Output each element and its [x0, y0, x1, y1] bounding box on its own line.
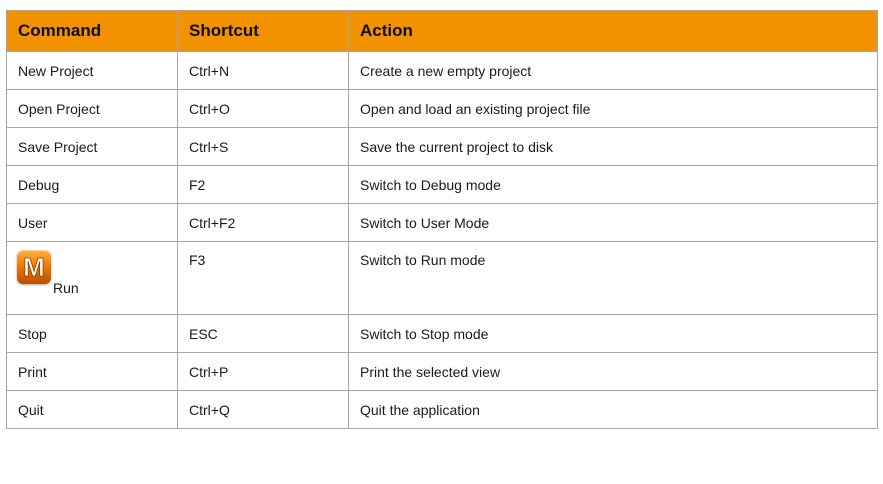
shortcut-cell: F2: [177, 165, 349, 204]
m-logo-icon: M: [17, 250, 51, 284]
shortcut-cell: F3: [177, 241, 349, 315]
command-cell: New Project: [6, 51, 178, 90]
action-cell: Open and load an existing project file: [348, 89, 878, 128]
table-row: User Ctrl+F2 Switch to User Mode: [6, 203, 878, 242]
shortcut-cell: ESC: [177, 314, 349, 353]
command-cell: Open Project: [6, 89, 178, 128]
table-row: M Run F3 Switch to Run mode: [6, 241, 878, 315]
table-row: Quit Ctrl+Q Quit the application: [6, 390, 878, 429]
table-row: Open Project Ctrl+O Open and load an exi…: [6, 89, 878, 128]
table-row: Debug F2 Switch to Debug mode: [6, 165, 878, 204]
shortcut-cell: Ctrl+F2: [177, 203, 349, 242]
command-cell: Quit: [6, 390, 178, 429]
command-cell: Save Project: [6, 127, 178, 166]
action-cell: Switch to Run mode: [348, 241, 878, 315]
command-cell: Print: [6, 352, 178, 391]
action-cell: Print the selected view: [348, 352, 878, 391]
shortcut-cell: Ctrl+P: [177, 352, 349, 391]
column-header-action: Action: [348, 10, 878, 52]
table-row: Save Project Ctrl+S Save the current pro…: [6, 127, 878, 166]
command-cell: Stop: [6, 314, 178, 353]
command-cell: Debug: [6, 165, 178, 204]
shortcut-cell: Ctrl+S: [177, 127, 349, 166]
action-cell: Switch to User Mode: [348, 203, 878, 242]
column-header-shortcut: Shortcut: [177, 10, 349, 52]
action-cell: Quit the application: [348, 390, 878, 429]
table-row: Stop ESC Switch to Stop mode: [6, 314, 878, 353]
action-cell: Create a new empty project: [348, 51, 878, 90]
shortcut-cell: Ctrl+N: [177, 51, 349, 90]
command-cell: M Run: [6, 241, 178, 315]
command-label: Run: [53, 280, 79, 296]
action-cell: Save the current project to disk: [348, 127, 878, 166]
action-cell: Switch to Stop mode: [348, 314, 878, 353]
header-row: Command Shortcut Action: [6, 10, 878, 52]
table-row: Print Ctrl+P Print the selected view: [6, 352, 878, 391]
shortcuts-table: Command Shortcut Action New Project Ctrl…: [6, 10, 878, 429]
svg-text:M: M: [23, 252, 45, 282]
m-letter-glyph: M: [23, 252, 45, 282]
shortcut-cell: Ctrl+Q: [177, 390, 349, 429]
table-row: New Project Ctrl+N Create a new empty pr…: [6, 51, 878, 90]
shortcut-cell: Ctrl+O: [177, 89, 349, 128]
column-header-command: Command: [6, 10, 178, 52]
action-cell: Switch to Debug mode: [348, 165, 878, 204]
command-cell: User: [6, 203, 178, 242]
